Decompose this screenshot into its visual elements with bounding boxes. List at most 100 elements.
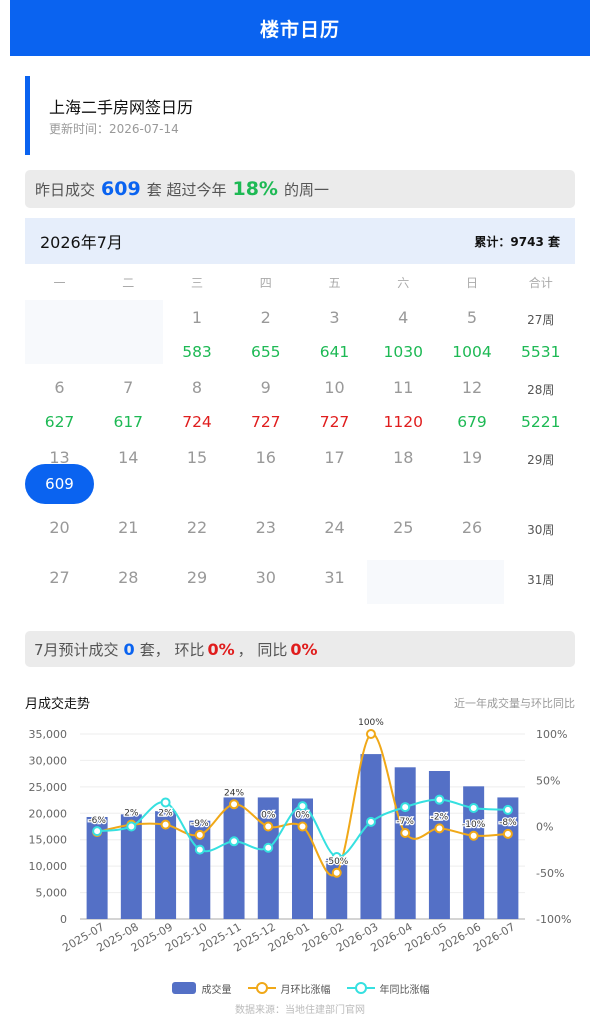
mom-data-label: 100% — [358, 718, 384, 728]
weekday-header: 三 — [190, 276, 203, 290]
weekday-header: 二 — [122, 276, 135, 290]
calendar-total: 累计：9743 套 — [474, 234, 560, 249]
legend-bar-label: 成交量 — [201, 984, 232, 996]
calendar-day[interactable]: 25 — [369, 518, 438, 537]
day-deal-count: 1004 — [452, 343, 492, 361]
legend-bar-icon — [171, 982, 196, 994]
mom-data-label: -50% — [325, 857, 349, 867]
bar-deal-volume — [223, 797, 245, 919]
calendar-day[interactable]: 15 — [163, 448, 232, 467]
page-title: 楼市日历 — [259, 18, 340, 41]
day-deal-count: 727 — [250, 413, 281, 431]
legend-yoy[interactable]: 年同比涨幅 — [346, 981, 430, 996]
mom-line-point — [194, 829, 205, 840]
page-header: 楼市日历 — [10, 0, 590, 56]
right-tick-label: 0% — [536, 821, 553, 834]
calendar-day[interactable]: 29 — [163, 568, 232, 587]
mom-data-label: 2% — [158, 809, 173, 819]
bar-deal-volume — [360, 754, 382, 919]
calendar-header: 2026年7月 累计：9743 套 — [25, 218, 575, 264]
mom-line-point — [434, 823, 445, 834]
legend-bar[interactable]: 成交量 — [171, 981, 232, 996]
bar-deal-volume — [394, 767, 416, 919]
mom-line-point — [365, 729, 376, 739]
forecast-sep: ， 同比 — [237, 640, 288, 659]
calendar-month[interactable]: 2026年7月 — [40, 229, 123, 253]
left-tick-label: 10,000 — [29, 860, 68, 873]
mom-data-label: 24% — [224, 788, 244, 798]
calendar-day[interactable]: 8 — [163, 378, 232, 397]
day-deal-count: 583 — [182, 343, 212, 361]
mom-line-point — [297, 821, 308, 832]
selected-day-value[interactable]: 609 — [25, 464, 94, 504]
bar-deal-volume — [428, 771, 450, 919]
day-deal-count: 1030 — [383, 343, 423, 361]
legend-mom[interactable]: 月环比涨幅 — [247, 981, 331, 996]
calendar-day[interactable]: 31 — [300, 568, 369, 587]
mom-line-point — [400, 827, 411, 838]
calendar-day[interactable]: 19 — [438, 448, 507, 467]
calendar-day[interactable]: 26 — [438, 518, 507, 537]
mom-data-label: 2% — [124, 809, 139, 819]
calendar-day[interactable]: 3 — [300, 308, 369, 327]
forecast-count: 0 — [123, 639, 135, 659]
right-tick-label: -50% — [536, 867, 564, 880]
yoy-line-point — [160, 797, 171, 808]
mom-data-label: -6% — [88, 816, 106, 826]
trend-title: 月成交走势 — [25, 697, 91, 712]
calendar-day[interactable]: 5 — [438, 308, 507, 327]
calendar-day[interactable]: 14 — [94, 448, 163, 467]
summary-unit: 套 超过今年 — [146, 180, 227, 199]
calendar-day[interactable]: 30 — [231, 568, 300, 587]
weekday-header: 四 — [259, 276, 272, 290]
calendar-day[interactable]: 28 — [94, 568, 163, 587]
week-label: 29周 — [527, 453, 555, 467]
calendar-day[interactable]: 21 — [94, 518, 163, 537]
calendar-blank — [366, 560, 505, 604]
calendar-day[interactable]: 12 — [438, 378, 507, 397]
calendar-day[interactable]: 16 — [231, 448, 300, 467]
left-tick-label: 20,000 — [29, 807, 68, 820]
calendar-day[interactable]: 6 — [25, 378, 94, 397]
legend-yoy-icon — [346, 982, 375, 994]
right-tick-label: 100% — [536, 728, 567, 741]
mom-data-label: -9% — [191, 819, 209, 829]
summary-percent: 18% — [232, 178, 278, 200]
title-accent-bar — [25, 76, 30, 155]
calendar-day[interactable]: 18 — [369, 448, 438, 467]
week-total: 5531 — [521, 343, 561, 361]
left-tick-label: 0 — [60, 913, 67, 926]
weekday-header: 日 — [465, 276, 478, 290]
calendar-day[interactable]: 23 — [231, 518, 300, 537]
mom-line-point — [331, 867, 342, 878]
mom-data-label: -8% — [499, 818, 517, 828]
calendar-title: 上海二手房网签日历 — [49, 98, 194, 117]
yesterday-summary: 昨日成交 609 套 超过今年 18% 的周一 — [25, 170, 575, 208]
calendar-day[interactable]: 2 — [231, 308, 300, 327]
calendar-day[interactable]: 27 — [25, 568, 94, 587]
weekday-header: 一 — [53, 276, 66, 290]
yoy-line-point — [434, 794, 445, 805]
calendar-day[interactable]: 24 — [300, 518, 369, 537]
day-deal-count: 724 — [182, 413, 212, 431]
yoy-line-point — [194, 844, 205, 855]
left-tick-label: 25,000 — [29, 781, 68, 794]
calendar-day[interactable]: 20 — [25, 518, 94, 537]
calendar-day[interactable]: 1 — [163, 308, 232, 327]
day-deal-count: 617 — [113, 413, 144, 431]
day-deal-count: 641 — [319, 343, 350, 361]
week-total: 5221 — [521, 413, 561, 431]
left-tick-label: 35,000 — [29, 728, 68, 741]
legend-mom-icon — [247, 982, 276, 994]
calendar-day[interactable]: 11 — [369, 378, 438, 397]
calendar-day[interactable]: 10 — [300, 378, 369, 397]
calendar-day[interactable]: 9 — [231, 378, 300, 397]
calendar-day[interactable]: 7 — [94, 378, 163, 397]
calendar-day[interactable]: 17 — [300, 448, 369, 467]
calendar-day[interactable]: 4 — [369, 308, 438, 327]
week-label: 28周 — [527, 383, 555, 397]
calendar-day[interactable]: 22 — [163, 518, 232, 537]
right-tick-label: 50% — [536, 774, 560, 787]
month-forecast: 7月预计成交 0 套， 环比 0% ， 同比 0% — [25, 631, 575, 667]
forecast-unit: 套， 环比 — [139, 640, 205, 659]
